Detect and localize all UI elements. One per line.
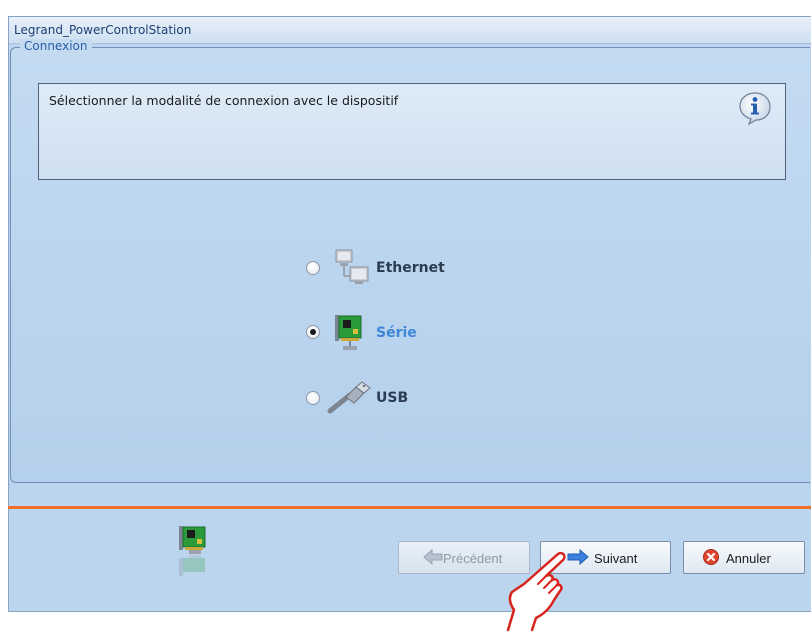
next-button-label: Suivant [594,551,638,566]
usb-cable-icon [327,381,371,414]
radio-serie[interactable] [306,325,320,339]
window-title: Legrand_PowerControlStation [14,23,192,37]
title-bar: Legrand_PowerControlStation [9,17,811,44]
option-serie[interactable]: Série [306,313,506,353]
info-message: Sélectionner la modalité de connexion av… [49,93,399,108]
serial-card-icon [179,526,206,576]
info-icon [739,92,771,126]
radio-usb[interactable] [306,391,320,405]
option-serie-label: Série [376,325,417,341]
previous-button-label: Précédent [443,551,503,566]
groupbox-legend: Connexion [20,39,92,53]
info-panel: Sélectionner la modalité de connexion av… [38,83,786,180]
cancel-x-icon [703,549,719,565]
arrow-left-icon [423,549,443,565]
cancel-button[interactable]: Annuler [683,541,805,574]
orange-separator [8,506,811,509]
serial-card-icon [335,315,362,350]
cancel-button-label: Annuler [726,551,771,566]
option-ethernet-label: Ethernet [376,260,445,276]
option-usb[interactable]: USB [306,381,506,421]
option-ethernet[interactable]: Ethernet [306,249,506,289]
radio-ethernet[interactable] [306,261,320,275]
network-computers-icon [335,249,369,284]
option-usb-label: USB [376,390,409,406]
pointing-hand-icon [506,551,566,632]
